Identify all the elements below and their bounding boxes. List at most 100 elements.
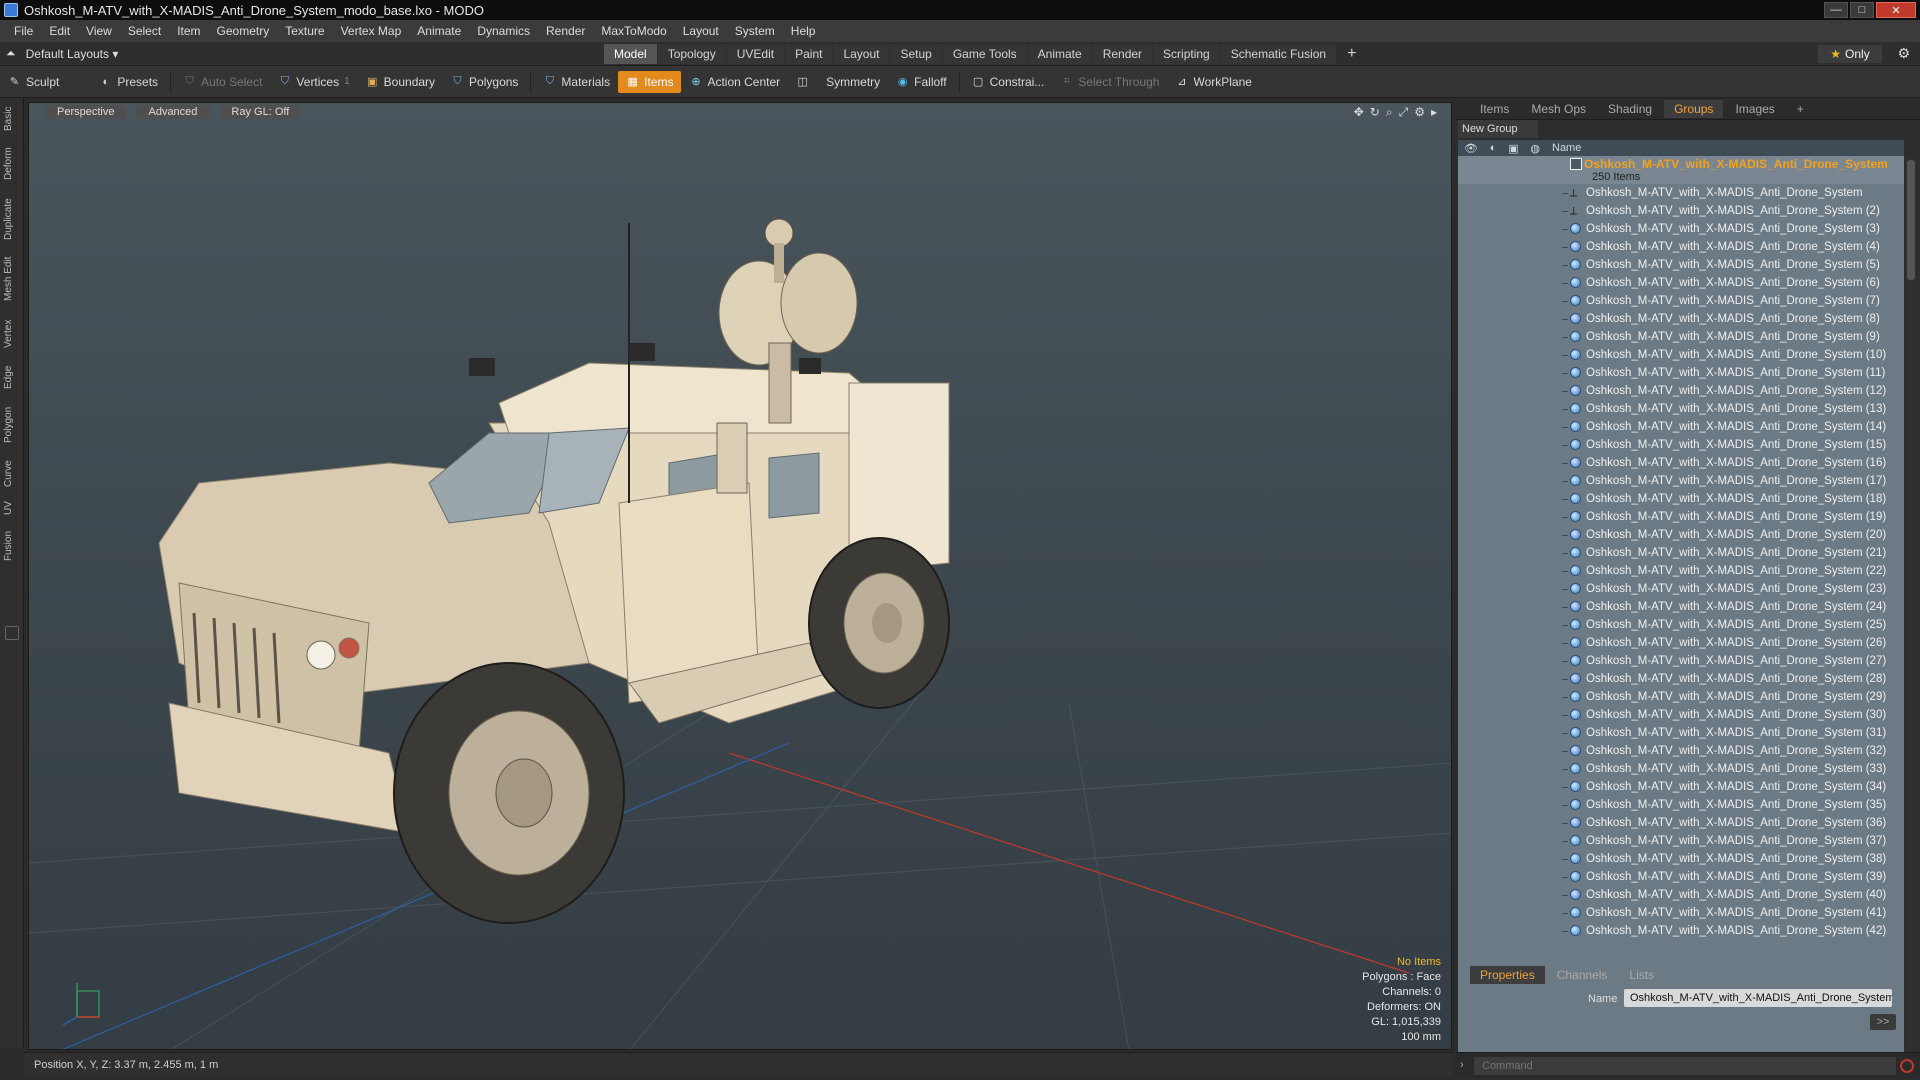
menu-render[interactable]: Render — [538, 24, 593, 38]
menu-dynamics[interactable]: Dynamics — [469, 24, 538, 38]
menu-animate[interactable]: Animate — [409, 24, 469, 38]
group-item-row[interactable]: Oshkosh_M-ATV_with_X-MADIS_Anti_Drone_Sy… — [1458, 724, 1904, 742]
scrollbar-thumb[interactable] — [1907, 160, 1915, 280]
group-item-row[interactable]: Oshkosh_M-ATV_with_X-MADIS_Anti_Drone_Sy… — [1458, 778, 1904, 796]
add-panel-tab-button[interactable]: + — [1787, 100, 1814, 118]
new-group-button[interactable]: New Group — [1458, 120, 1538, 138]
select-icon[interactable]: ◍ — [1530, 142, 1540, 155]
render-icon[interactable]: ◐ — [1490, 142, 1497, 155]
lefttab-duplicate[interactable]: Duplicate — [3, 194, 21, 244]
group-item-row[interactable]: Oshkosh_M-ATV_with_X-MADIS_Anti_Drone_Sy… — [1458, 904, 1904, 922]
tab-setup[interactable]: Setup — [890, 44, 942, 64]
eye-icon[interactable]: 👁 — [1464, 142, 1478, 155]
menu-select[interactable]: Select — [120, 24, 169, 38]
items-button[interactable]: ▦ Items — [618, 70, 682, 93]
group-item-row[interactable]: Oshkosh_M-ATV_with_X-MADIS_Anti_Drone_Sy… — [1458, 274, 1904, 292]
tab-properties[interactable]: Properties — [1470, 966, 1545, 984]
presets-button[interactable]: ◐ Presets — [91, 71, 166, 93]
group-item-row[interactable]: Oshkosh_M-ATV_with_X-MADIS_Anti_Drone_Sy… — [1458, 760, 1904, 778]
tab-lists[interactable]: Lists — [1619, 966, 1664, 984]
left-panel-toggle[interactable] — [5, 626, 19, 640]
group-root-row[interactable]: Oshkosh_M-ATV_with_X-MADIS_Anti_Drone_Sy… — [1458, 156, 1904, 184]
auto-select-button[interactable]: ⛉ Auto Select — [175, 71, 270, 93]
menu-edit[interactable]: Edit — [41, 24, 78, 38]
tab-animate[interactable]: Animate — [1027, 44, 1092, 64]
record-icon[interactable] — [1900, 1059, 1914, 1073]
lefttab-mesh-edit[interactable]: Mesh Edit — [3, 254, 21, 304]
groups-list[interactable]: Oshkosh_M-ATV_with_X-MADIS_Anti_Drone_Sy… — [1458, 156, 1904, 1052]
group-item-row[interactable]: Oshkosh_M-ATV_with_X-MADIS_Anti_Drone_Sy… — [1458, 526, 1904, 544]
group-item-row[interactable]: Oshkosh_M-ATV_with_X-MADIS_Anti_Drone_Sy… — [1458, 562, 1904, 580]
group-item-row[interactable]: Oshkosh_M-ATV_with_X-MADIS_Anti_Drone_Sy… — [1458, 292, 1904, 310]
boundary-button[interactable]: ▣ Boundary — [358, 71, 443, 93]
command-input[interactable] — [1474, 1057, 1896, 1075]
group-item-row[interactable]: Oshkosh_M-ATV_with_X-MADIS_Anti_Drone_Sy… — [1458, 850, 1904, 868]
lefttab-polygon[interactable]: Polygon — [3, 400, 21, 450]
lock-icon[interactable]: ▣ — [1508, 142, 1518, 155]
tab-scripting[interactable]: Scripting — [1153, 44, 1220, 64]
lefttab-fusion[interactable]: Fusion — [3, 526, 21, 566]
group-item-row[interactable]: Oshkosh_M-ATV_with_X-MADIS_Anti_Drone_Sy… — [1458, 310, 1904, 328]
group-item-row[interactable]: Oshkosh_M-ATV_with_X-MADIS_Anti_Drone_Sy… — [1458, 580, 1904, 598]
menu-maxtomodo[interactable]: MaxToModo — [593, 24, 674, 38]
groups-scrollbar[interactable] — [1906, 156, 1916, 1052]
materials-button[interactable]: ⛉ Materials — [535, 71, 618, 93]
layout-preset[interactable]: ⏶ Default Layouts ▾ — [6, 46, 118, 61]
maximize-button[interactable]: □ — [1850, 2, 1874, 18]
only-toggle[interactable]: ★ Only — [1818, 45, 1882, 63]
lefttab-edge[interactable]: Edge — [3, 362, 21, 392]
minimize-button[interactable]: — — [1824, 2, 1848, 18]
group-item-row[interactable]: Oshkosh_M-ATV_with_X-MADIS_Anti_Drone_Sy… — [1458, 706, 1904, 724]
group-item-row[interactable]: Oshkosh_M-ATV_with_X-MADIS_Anti_Drone_Sy… — [1458, 454, 1904, 472]
menu-texture[interactable]: Texture — [277, 24, 332, 38]
group-item-row[interactable]: Oshkosh_M-ATV_with_X-MADIS_Anti_Drone_Sy… — [1458, 238, 1904, 256]
falloff-button[interactable]: ◉ Falloff — [888, 71, 954, 93]
group-item-row[interactable]: ⟂ Oshkosh_M-ATV_with_X-MADIS_Anti_Drone_S… — [1458, 184, 1904, 202]
group-item-row[interactable]: Oshkosh_M-ATV_with_X-MADIS_Anti_Drone_Sy… — [1458, 796, 1904, 814]
select-through-button[interactable]: ⌗ Select Through — [1052, 71, 1167, 93]
lefttab-vertex[interactable]: Vertex — [3, 314, 21, 354]
group-item-row[interactable]: Oshkosh_M-ATV_with_X-MADIS_Anti_Drone_Sy… — [1458, 472, 1904, 490]
lefttab-deform[interactable]: Deform — [3, 144, 21, 184]
tab-schematic-fusion[interactable]: Schematic Fusion — [1220, 44, 1337, 64]
layout-preset-dropdown[interactable]: Default Layouts ▾ — [26, 47, 119, 61]
group-item-row[interactable]: Oshkosh_M-ATV_with_X-MADIS_Anti_Drone_Sy… — [1458, 868, 1904, 886]
tab-game-tools[interactable]: Game Tools — [942, 44, 1027, 64]
close-button[interactable]: ✕ — [1876, 2, 1916, 18]
group-item-row[interactable]: Oshkosh_M-ATV_with_X-MADIS_Anti_Drone_Sy… — [1458, 256, 1904, 274]
group-item-row[interactable]: Oshkosh_M-ATV_with_X-MADIS_Anti_Drone_Sy… — [1458, 598, 1904, 616]
group-item-row[interactable]: Oshkosh_M-ATV_with_X-MADIS_Anti_Drone_Sy… — [1458, 688, 1904, 706]
vertices-button[interactable]: ⛉ Vertices 1 — [270, 71, 357, 93]
3d-viewport[interactable]: Perspective Advanced Ray GL: Off ✥ ↻ ⌕ ⤢… — [28, 102, 1452, 1050]
group-item-row[interactable]: Oshkosh_M-ATV_with_X-MADIS_Anti_Drone_Sy… — [1458, 508, 1904, 526]
group-item-row[interactable]: Oshkosh_M-ATV_with_X-MADIS_Anti_Drone_Sy… — [1458, 346, 1904, 364]
group-item-row[interactable]: Oshkosh_M-ATV_with_X-MADIS_Anti_Drone_Sy… — [1458, 886, 1904, 904]
tab-shading[interactable]: Shading — [1598, 100, 1662, 118]
group-item-row[interactable]: Oshkosh_M-ATV_with_X-MADIS_Anti_Drone_Sy… — [1458, 436, 1904, 454]
group-item-row[interactable]: Oshkosh_M-ATV_with_X-MADIS_Anti_Drone_Sy… — [1458, 544, 1904, 562]
menu-view[interactable]: View — [78, 24, 120, 38]
name-field[interactable]: Oshkosh_M-ATV_with_X-MADIS_Anti_Drone_Sy… — [1624, 989, 1892, 1007]
menu-vertex-map[interactable]: Vertex Map — [333, 24, 410, 38]
name-column-header[interactable]: Name — [1552, 142, 1581, 154]
group-item-row[interactable]: Oshkosh_M-ATV_with_X-MADIS_Anti_Drone_Sy… — [1458, 418, 1904, 436]
menu-system[interactable]: System — [727, 24, 783, 38]
group-item-row[interactable]: Oshkosh_M-ATV_with_X-MADIS_Anti_Drone_Sy… — [1458, 814, 1904, 832]
workplane-button[interactable]: ⊿ WorkPlane — [1167, 71, 1259, 93]
group-item-row[interactable]: Oshkosh_M-ATV_with_X-MADIS_Anti_Drone_Sy… — [1458, 670, 1904, 688]
group-item-row[interactable]: Oshkosh_M-ATV_with_X-MADIS_Anti_Drone_Sy… — [1458, 400, 1904, 418]
tab-channels[interactable]: Channels — [1547, 966, 1618, 984]
lefttab-uv[interactable]: UV — [3, 498, 21, 518]
action-center-button[interactable]: ⊕ Action Center — [681, 71, 788, 93]
tab-mesh-ops[interactable]: Mesh Ops — [1521, 100, 1596, 118]
group-item-row[interactable]: Oshkosh_M-ATV_with_X-MADIS_Anti_Drone_Sy… — [1458, 382, 1904, 400]
layout-collapse-icon[interactable]: ⏶ — [6, 46, 16, 61]
menu-item[interactable]: Item — [169, 24, 208, 38]
tab-model[interactable]: Model — [604, 44, 657, 64]
symmetry-button[interactable]: ◫ Symmetry — [788, 71, 888, 93]
tab-render[interactable]: Render — [1092, 44, 1153, 64]
group-item-row[interactable]: Oshkosh_M-ATV_with_X-MADIS_Anti_Drone_Sy… — [1458, 364, 1904, 382]
group-item-row[interactable]: Oshkosh_M-ATV_with_X-MADIS_Anti_Drone_Sy… — [1458, 328, 1904, 346]
gear-icon[interactable]: ⚙ — [1897, 45, 1910, 62]
group-item-row[interactable]: Oshkosh_M-ATV_with_X-MADIS_Anti_Drone_Sy… — [1458, 220, 1904, 238]
